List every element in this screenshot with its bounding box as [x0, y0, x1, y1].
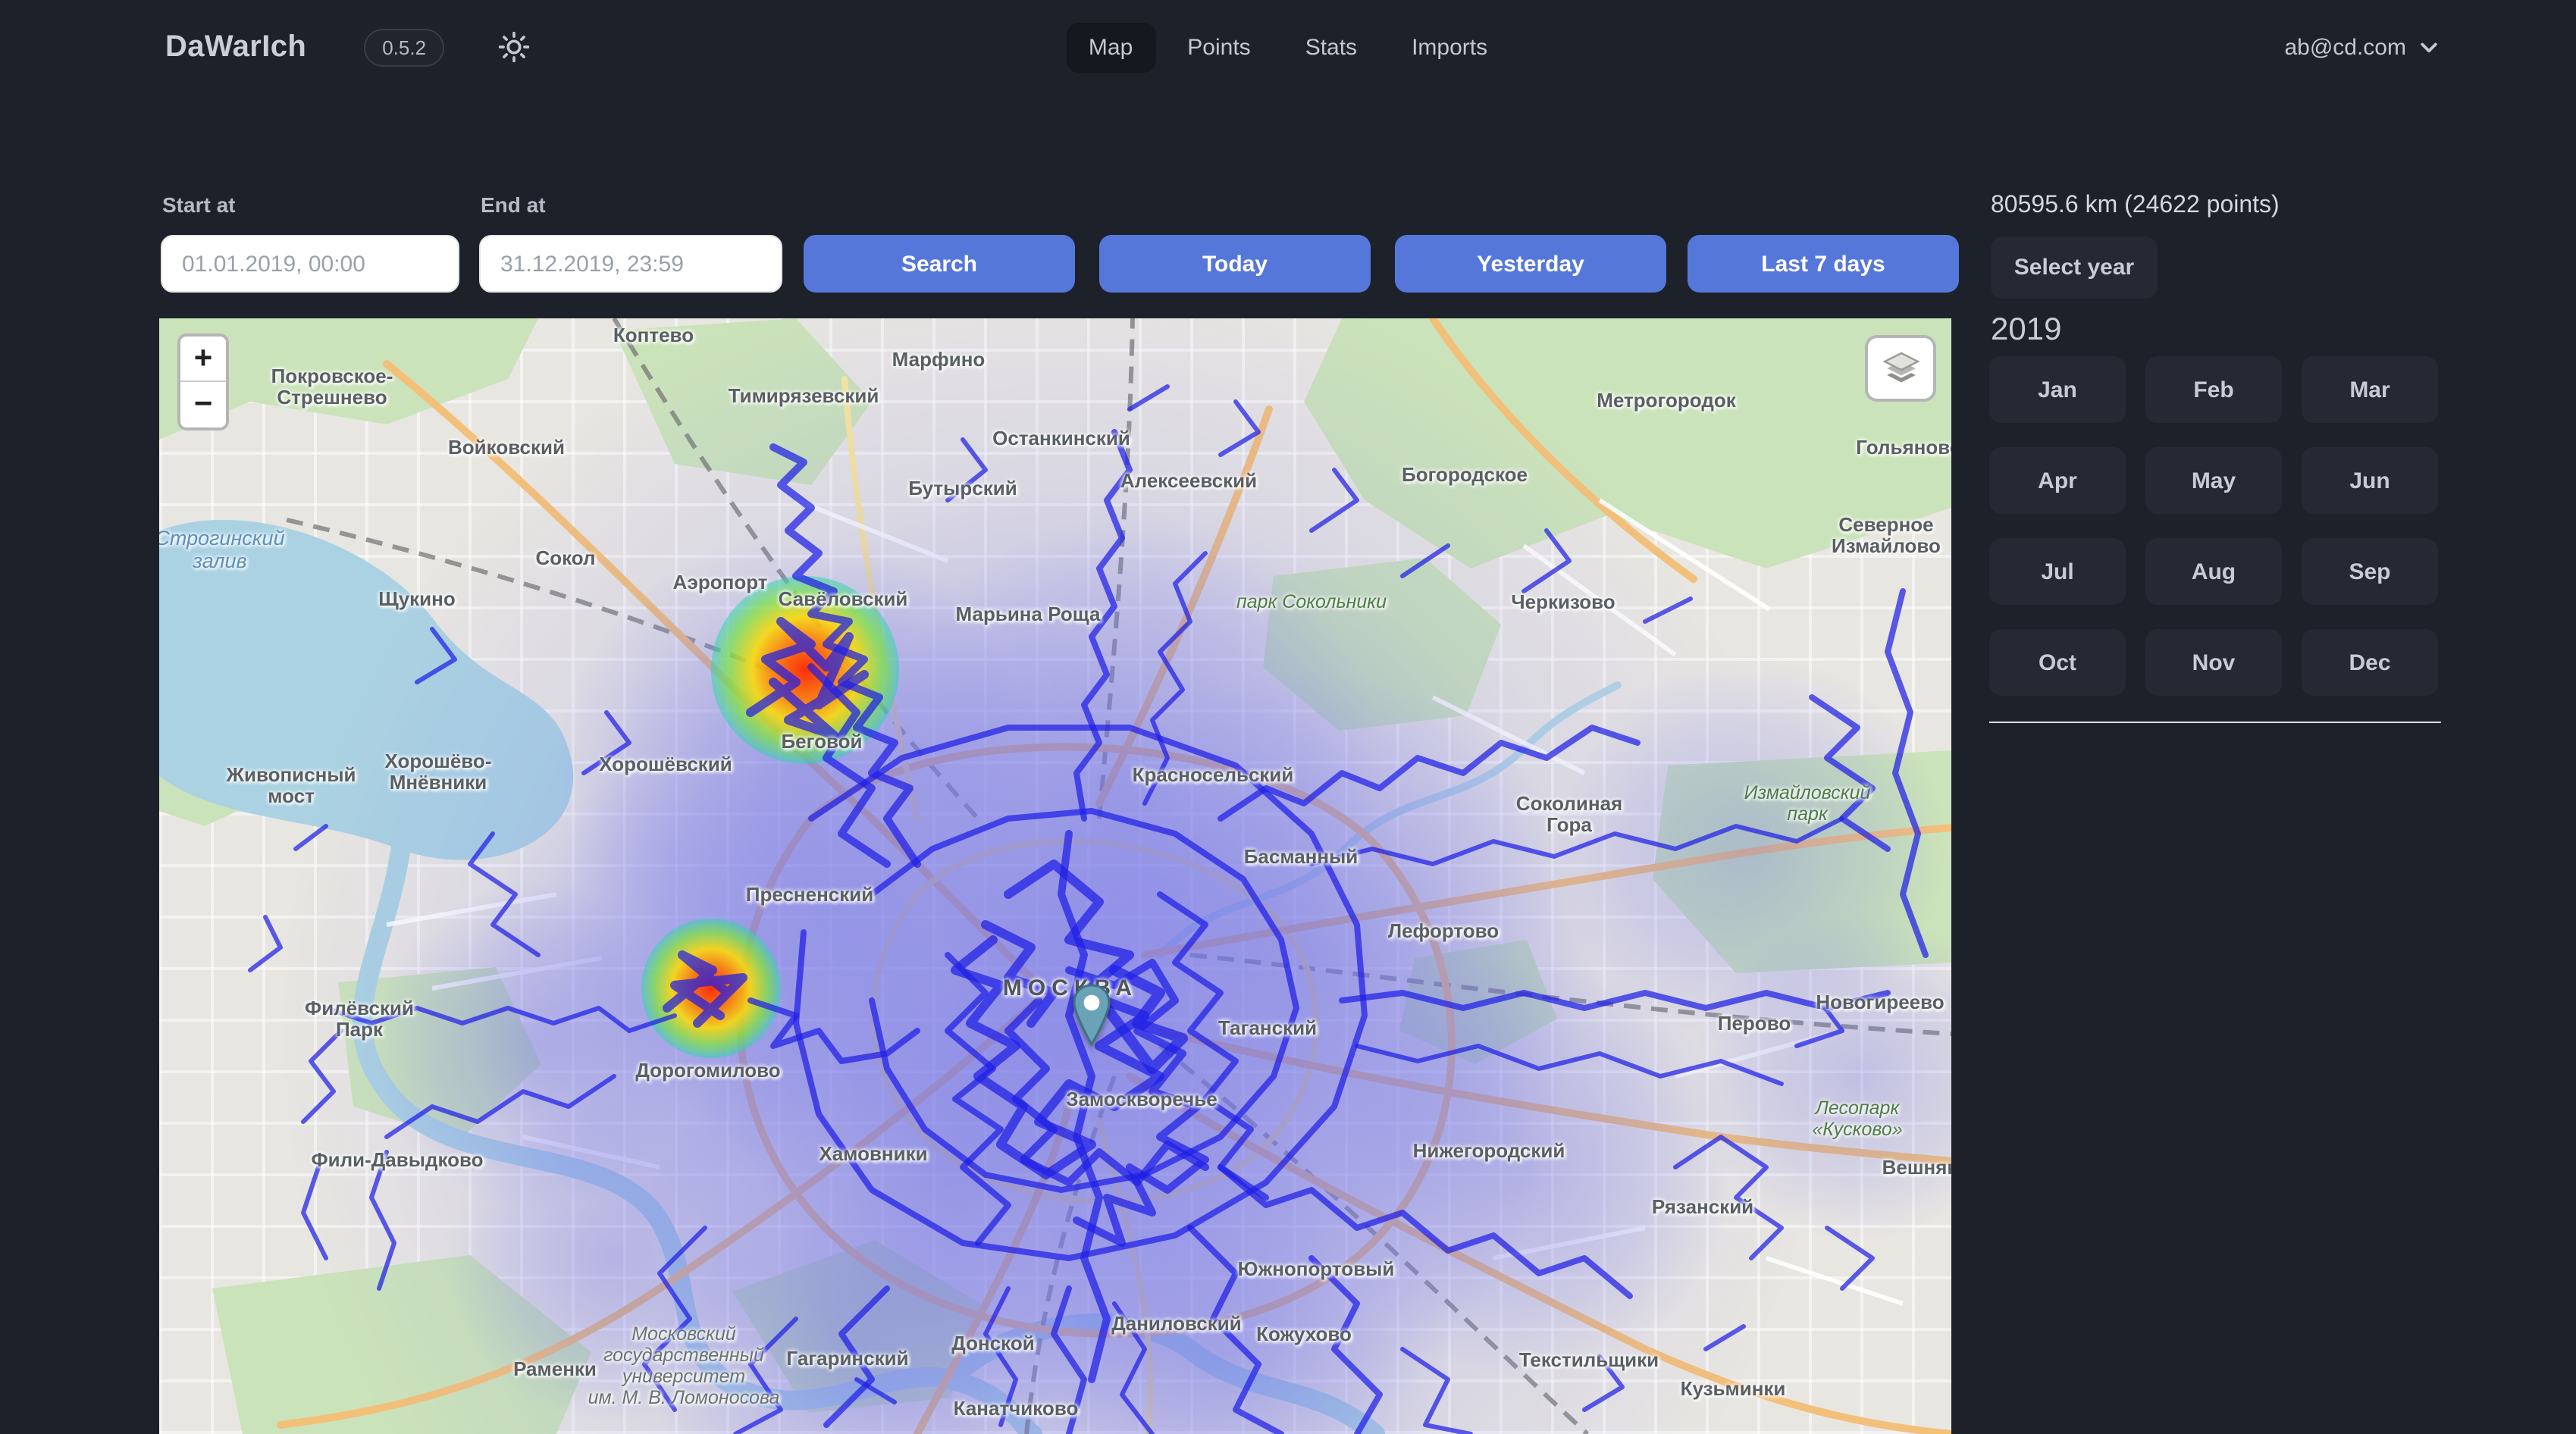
tab-points[interactable]: Points	[1164, 22, 1273, 72]
month-button-sep[interactable]: Sep	[2302, 538, 2438, 605]
main-nav: Map Points Stats Imports	[1066, 0, 1510, 94]
end-at-label: End at	[481, 193, 546, 217]
gps-track	[1312, 819, 1842, 864]
month-button-nov[interactable]: Nov	[2145, 629, 2282, 696]
gps-track	[1008, 1000, 1205, 1182]
gps-track	[1888, 591, 1926, 955]
sun-icon	[497, 30, 531, 64]
app-logo[interactable]: DaWarIch	[165, 30, 306, 64]
distance-points-stats: 80595.6 km (24622 points)	[1991, 193, 2280, 220]
gps-track	[371, 1152, 394, 1288]
gps-track	[1069, 963, 1205, 1243]
user-email: ab@cd.com	[2284, 34, 2406, 60]
month-button-apr[interactable]: Apr	[1989, 447, 2126, 514]
gps-track	[955, 864, 1160, 1175]
user-menu[interactable]: ab@cd.com	[2284, 0, 2440, 94]
gps-track	[751, 1000, 917, 1061]
layers-icon	[1879, 347, 1922, 390]
year-heading: 2019	[1991, 312, 2061, 349]
month-button-mar[interactable]: Mar	[2302, 356, 2438, 423]
gps-track	[1221, 1167, 1630, 1296]
zoom-out-button[interactable]: −	[180, 382, 226, 427]
today-button[interactable]: Today	[1099, 235, 1371, 293]
gps-track	[303, 1031, 341, 1122]
gps-track	[417, 629, 455, 682]
month-button-feb[interactable]: Feb	[2145, 356, 2282, 423]
gps-track	[303, 1167, 326, 1258]
map-zoom-control: + −	[177, 333, 229, 431]
gps-track	[644, 1228, 705, 1410]
yesterday-button[interactable]: Yesterday	[1395, 235, 1666, 293]
tab-map[interactable]: Map	[1066, 22, 1155, 72]
end-at-input[interactable]	[479, 235, 782, 293]
gps-track	[1130, 387, 1167, 409]
gps-tracks-layer	[159, 318, 1951, 1434]
select-year-button[interactable]: Select year	[1991, 236, 2158, 299]
zoom-in-button[interactable]: +	[180, 337, 226, 382]
version-badge: 0.5.2	[364, 28, 444, 66]
month-button-dec[interactable]: Dec	[2302, 629, 2438, 696]
gps-track	[1312, 1258, 1380, 1434]
search-button[interactable]: Search	[804, 235, 1075, 293]
gps-track	[1076, 432, 1130, 819]
map-canvas[interactable]: КоптевоТимирязевскийМарфиноОстанкинскийА…	[159, 318, 1951, 1434]
gps-track	[1675, 1137, 1782, 1258]
gps-track	[1645, 599, 1691, 622]
gps-track	[387, 1076, 614, 1137]
gps-track	[1342, 993, 1888, 1008]
start-at-input[interactable]	[161, 235, 459, 293]
gps-track	[1827, 1228, 1872, 1288]
month-grid: Jan Feb Mar Apr May Jun Jul Aug Sep Oct Nov Dec	[1989, 356, 2441, 696]
gps-track	[1054, 1288, 1084, 1434]
gps-track	[470, 834, 538, 955]
chevron-down-icon	[2418, 36, 2440, 58]
gps-track	[826, 1288, 887, 1425]
month-button-aug[interactable]: Aug	[2145, 538, 2282, 605]
month-button-jun[interactable]: Jun	[2302, 447, 2438, 514]
gps-track	[1524, 531, 1569, 591]
last-7-days-button[interactable]: Last 7 days	[1688, 235, 1959, 293]
gps-track	[326, 1008, 675, 1031]
dawarich-app: DaWarIch 0.5.2 Map Points Stats	[0, 0, 2576, 1434]
gps-track	[1145, 553, 1205, 803]
gps-track	[1706, 1326, 1744, 1349]
gps-track	[1221, 402, 1258, 455]
sidebar-divider	[1989, 722, 2441, 723]
gps-track	[296, 826, 326, 849]
gps-track	[1402, 1349, 1471, 1434]
gps-track	[735, 1319, 796, 1434]
gps-track	[948, 955, 1008, 1243]
month-button-jan[interactable]: Jan	[1989, 356, 2126, 423]
theme-toggle-button[interactable]	[496, 29, 532, 65]
gps-track	[948, 440, 986, 500]
gps-track	[872, 811, 1296, 1190]
month-button-may[interactable]: May	[2145, 447, 2282, 514]
gps-track	[1402, 546, 1448, 576]
gps-track	[1190, 1228, 1281, 1434]
navbar: DaWarIch 0.5.2 Map Points Stats	[0, 0, 2576, 94]
month-button-oct[interactable]: Oct	[1989, 629, 2126, 696]
gps-track	[1312, 470, 1357, 531]
gps-track	[584, 712, 629, 773]
brand-group: DaWarIch 0.5.2	[165, 0, 532, 94]
gps-track	[250, 917, 280, 970]
gps-track	[1114, 1304, 1152, 1434]
tab-stats[interactable]: Stats	[1283, 22, 1380, 72]
start-at-label: Start at	[162, 193, 235, 217]
month-button-jul[interactable]: Jul	[1989, 538, 2126, 605]
gps-track	[986, 1288, 1016, 1425]
tab-imports[interactable]: Imports	[1389, 22, 1510, 72]
gps-track	[1357, 1046, 1782, 1084]
gps-track	[1584, 1357, 1622, 1410]
map-layers-button[interactable]	[1865, 335, 1936, 402]
gps-track	[667, 955, 743, 1023]
